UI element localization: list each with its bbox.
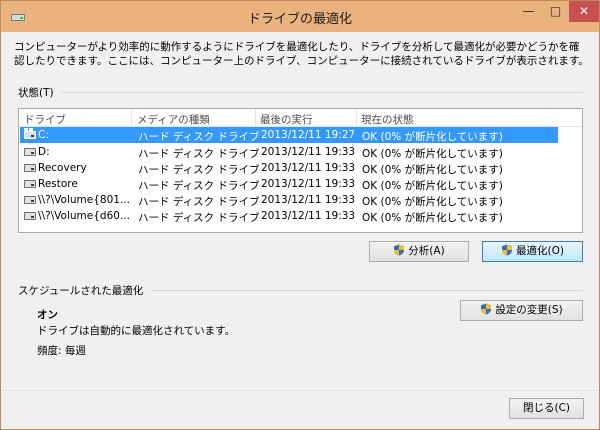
drive-row[interactable]: Restore ハード ディスク ドライブ 2013/12/11 19:33 O… xyxy=(20,176,558,192)
optimize-button-label: 最適化(O) xyxy=(516,245,564,257)
media-type: ハード ディスク ドライブ xyxy=(138,131,260,143)
window-title: ドライブの最適化 xyxy=(247,12,352,27)
drive-name: D: xyxy=(38,146,50,158)
drive-row[interactable]: \\?\Volume{801... ハード ディスク ドライブ 2013/12/… xyxy=(20,192,558,208)
analyze-button[interactable]: 分析(A) xyxy=(369,241,469,262)
current-state: OK (0% が断片化しています) xyxy=(362,212,503,224)
change-settings-button[interactable]: 設定の変更(S) xyxy=(460,300,583,321)
minimize-button[interactable]: — xyxy=(515,1,542,22)
title-bar[interactable]: ドライブの最適化 — □ ✕ xyxy=(1,1,599,32)
drive-list[interactable]: ドライブ メディアの種類 最後の実行 現在の状態 C: ハード ディスク ドライ… xyxy=(18,108,583,233)
description-text: コンピューターがより効率的に動作するようにドライブを最適化したり、ドライブを分析… xyxy=(14,41,589,67)
last-run: 2013/12/11 19:27 xyxy=(261,129,356,141)
uac-shield-icon xyxy=(393,244,405,256)
last-run: 2013/12/11 19:33 xyxy=(261,178,356,190)
drive-icon xyxy=(24,180,36,188)
close-button[interactable]: 閉じる(C) xyxy=(509,398,584,419)
drive-row[interactable]: Recovery ハード ディスク ドライブ 2013/12/11 19:33 … xyxy=(20,160,558,176)
change-settings-label: 設定の変更(S) xyxy=(495,304,563,316)
schedule-state: オン xyxy=(37,309,58,321)
media-type: ハード ディスク ドライブ xyxy=(138,148,260,160)
column-header-last-run[interactable]: 最後の実行 xyxy=(260,112,313,127)
current-state: OK (0% が断片化しています) xyxy=(362,196,503,208)
drive-icon xyxy=(24,196,36,204)
schedule-section-label: スケジュールされた最適化 xyxy=(18,285,144,297)
column-header-drive[interactable]: ドライブ xyxy=(24,112,66,127)
last-run: 2013/12/11 19:33 xyxy=(261,146,356,158)
uac-shield-icon xyxy=(480,303,492,315)
current-state: OK (0% が断片化しています) xyxy=(362,180,503,192)
last-run: 2013/12/11 19:33 xyxy=(261,194,356,206)
schedule-divider xyxy=(151,290,583,291)
drive-name: C: xyxy=(38,129,49,141)
drive-icon xyxy=(24,164,36,172)
last-run: 2013/12/11 19:33 xyxy=(261,210,356,222)
current-state: OK (0% が断片化しています) xyxy=(362,131,503,143)
column-divider[interactable] xyxy=(356,109,357,127)
drive-name: \\?\Volume{d60... xyxy=(38,210,130,222)
media-type: ハード ディスク ドライブ xyxy=(138,180,260,192)
current-state: OK (0% が断片化しています) xyxy=(362,164,503,176)
drive-icon xyxy=(24,148,36,156)
media-type: ハード ディスク ドライブ xyxy=(138,164,260,176)
column-divider[interactable] xyxy=(255,109,256,127)
status-section-label: 状態(T) xyxy=(18,87,54,99)
status-divider xyxy=(61,92,583,93)
drive-row[interactable]: \\?\Volume{d60... ハード ディスク ドライブ 2013/12/… xyxy=(20,208,558,224)
drive-name: Restore xyxy=(38,178,78,190)
column-divider[interactable] xyxy=(131,109,132,127)
schedule-frequency: 頻度: 毎週 xyxy=(37,345,86,357)
optimize-button[interactable]: 最適化(O) xyxy=(482,241,583,262)
close-window-button[interactable]: ✕ xyxy=(569,1,599,22)
column-header-state[interactable]: 現在の状態 xyxy=(361,112,414,127)
drive-icon xyxy=(24,212,36,220)
column-header-media[interactable]: メディアの種類 xyxy=(137,112,210,127)
last-run: 2013/12/11 19:33 xyxy=(261,162,356,174)
optimize-drives-window: ドライブの最適化 — □ ✕ コンピューターがより効率的に動作するようにドライブ… xyxy=(0,0,600,430)
drive-name: Recovery xyxy=(38,162,87,174)
media-type: ハード ディスク ドライブ xyxy=(138,196,260,208)
drive-name: \\?\Volume{801... xyxy=(38,194,130,206)
drive-row[interactable]: D: ハード ディスク ドライブ 2013/12/11 19:33 OK (0%… xyxy=(20,144,558,160)
analyze-button-label: 分析(A) xyxy=(408,245,445,257)
uac-shield-icon xyxy=(501,244,513,256)
drive-icon xyxy=(24,131,36,139)
dialog-footer: 閉じる(C) xyxy=(1,390,599,429)
drive-list-header: ドライブ メディアの種類 最後の実行 現在の状態 xyxy=(19,109,582,127)
maximize-button[interactable]: □ xyxy=(542,1,569,22)
schedule-description: ドライブは自動的に最適化されています。 xyxy=(37,325,236,337)
media-type: ハード ディスク ドライブ xyxy=(138,212,260,224)
drive-row[interactable]: C: ハード ディスク ドライブ 2013/12/11 19:27 OK (0%… xyxy=(20,127,558,143)
current-state: OK (0% が断片化しています) xyxy=(362,148,503,160)
